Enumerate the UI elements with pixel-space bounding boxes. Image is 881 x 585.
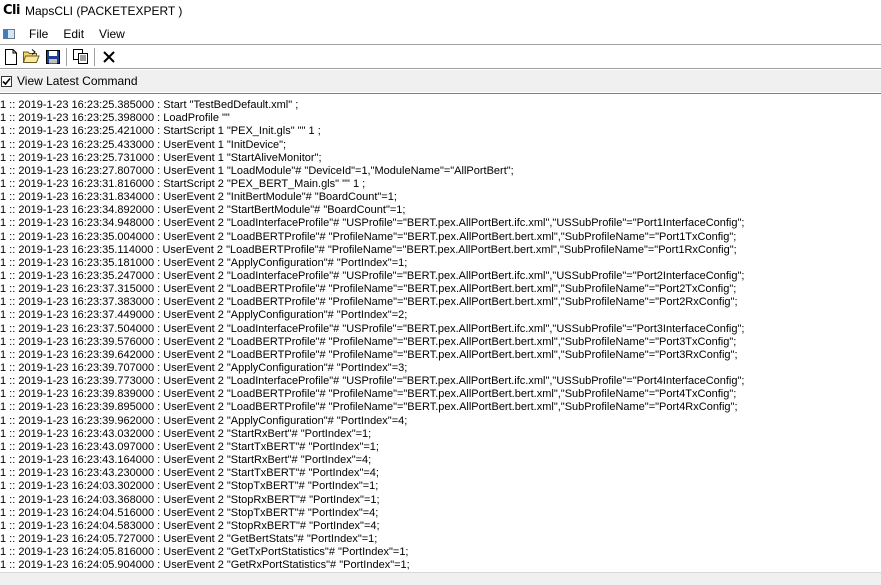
log-line: 1 :: 2019-1-23 16:23:43.032000 : UserEve… xyxy=(0,427,372,440)
log-line: 1 :: 2019-1-23 16:24:04.583000 : UserEve… xyxy=(0,519,380,532)
log-line: 1 :: 2019-1-23 16:23:31.834000 : UserEve… xyxy=(0,191,397,203)
checkmark-icon xyxy=(2,77,11,85)
log-line: 1 :: 2019-1-23 16:23:35.004000 : UserEve… xyxy=(0,230,737,243)
view-latest-checkbox[interactable] xyxy=(1,75,12,87)
log-line: 1 :: 2019-1-23 16:23:39.773000 : UserEve… xyxy=(0,375,745,388)
log-line: 1 :: 2019-1-23 16:23:25.731000 : UserEve… xyxy=(0,151,322,164)
log-line: 1 :: 2019-1-23 16:23:34.892000 : UserEve… xyxy=(0,204,406,217)
log-line: 1 :: 2019-1-23 16:23:39.962000 : UserEve… xyxy=(0,414,408,427)
log-line: 1 :: 2019-1-23 16:23:39.642000 : UserEve… xyxy=(0,348,738,361)
menu-file[interactable]: File xyxy=(27,26,50,42)
menu-bar: File Edit View xyxy=(0,24,881,44)
log-line: 1 :: 2019-1-23 16:23:35.247000 : UserEve… xyxy=(0,270,745,282)
command-log[interactable]: 1 :: 2019-1-23 16:23:25.385000 : Start "… xyxy=(0,95,881,575)
log-line: 1 :: 2019-1-23 16:23:39.895000 : UserEve… xyxy=(0,401,738,414)
window-menu-icon[interactable] xyxy=(3,28,17,40)
log-line: 1 :: 2019-1-23 16:23:35.181000 : UserEve… xyxy=(0,256,408,269)
status-bar xyxy=(0,572,881,585)
log-line: 1 :: 2019-1-23 16:23:39.576000 : UserEve… xyxy=(0,335,737,348)
log-line: 1 :: 2019-1-23 16:23:25.421000 : StartSc… xyxy=(0,125,321,138)
view-latest-label[interactable]: View Latest Command xyxy=(17,74,138,88)
save-icon[interactable] xyxy=(42,47,63,67)
open-icon[interactable] xyxy=(21,47,42,67)
window-title: MapsCLI (PACKETEXPERT ) xyxy=(25,4,183,18)
log-line: 1 :: 2019-1-23 16:23:37.383000 : UserEve… xyxy=(0,296,738,309)
log-line: 1 :: 2019-1-23 16:23:43.097000 : UserEve… xyxy=(0,440,379,453)
log-line: 1 :: 2019-1-23 16:24:03.302000 : UserEve… xyxy=(0,480,379,493)
log-line: 1 :: 2019-1-23 16:23:43.230000 : UserEve… xyxy=(0,467,379,480)
log-line: 1 :: 2019-1-23 16:24:05.816000 : UserEve… xyxy=(0,546,409,559)
log-line: 1 :: 2019-1-23 16:23:35.114000 : UserEve… xyxy=(0,243,737,256)
toolbar xyxy=(0,45,881,68)
log-line: 1 :: 2019-1-23 16:23:25.385000 : Start "… xyxy=(0,99,299,111)
log-top-border xyxy=(0,93,881,94)
log-line: 1 :: 2019-1-23 16:24:05.727000 : UserEve… xyxy=(0,532,378,545)
log-line: 1 :: 2019-1-23 16:23:25.433000 : UserEve… xyxy=(0,138,287,151)
log-line: 1 :: 2019-1-23 16:23:37.449000 : UserEve… xyxy=(0,309,408,322)
log-line: 1 :: 2019-1-23 16:23:37.315000 : UserEve… xyxy=(0,283,737,296)
close-icon[interactable] xyxy=(98,47,119,67)
title-bar: Cli MapsCLI (PACKETEXPERT ) xyxy=(0,0,881,22)
toolbar-separator xyxy=(94,47,95,66)
log-line: 1 :: 2019-1-23 16:24:05.904000 : UserEve… xyxy=(0,559,410,572)
log-line: 1 :: 2019-1-23 16:23:25.398000 : LoadPro… xyxy=(0,112,230,125)
options-bar: View Latest Command xyxy=(0,70,881,92)
log-line: 1 :: 2019-1-23 16:23:43.164000 : UserEve… xyxy=(0,454,372,467)
log-line: 1 :: 2019-1-23 16:24:03.368000 : UserEve… xyxy=(0,493,380,506)
copy-icon[interactable] xyxy=(70,47,91,67)
log-line: 1 :: 2019-1-23 16:24:04.516000 : UserEve… xyxy=(0,506,379,519)
menu-view[interactable]: View xyxy=(97,26,127,42)
log-line: 1 :: 2019-1-23 16:23:37.504000 : UserEve… xyxy=(0,322,745,335)
log-line: 1 :: 2019-1-23 16:23:34.948000 : UserEve… xyxy=(0,217,745,230)
log-line: 1 :: 2019-1-23 16:23:31.816000 : StartSc… xyxy=(0,177,366,190)
log-line: 1 :: 2019-1-23 16:23:27.807000 : UserEve… xyxy=(0,164,514,177)
menu-edit[interactable]: Edit xyxy=(61,26,86,42)
new-icon[interactable] xyxy=(0,47,21,67)
toolbar-divider xyxy=(0,68,881,69)
log-line: 1 :: 2019-1-23 16:23:39.839000 : UserEve… xyxy=(0,388,737,401)
app-logo-icon: Cli xyxy=(3,3,20,18)
toolbar-separator xyxy=(66,47,67,66)
log-line: 1 :: 2019-1-23 16:23:39.707000 : UserEve… xyxy=(0,362,408,374)
